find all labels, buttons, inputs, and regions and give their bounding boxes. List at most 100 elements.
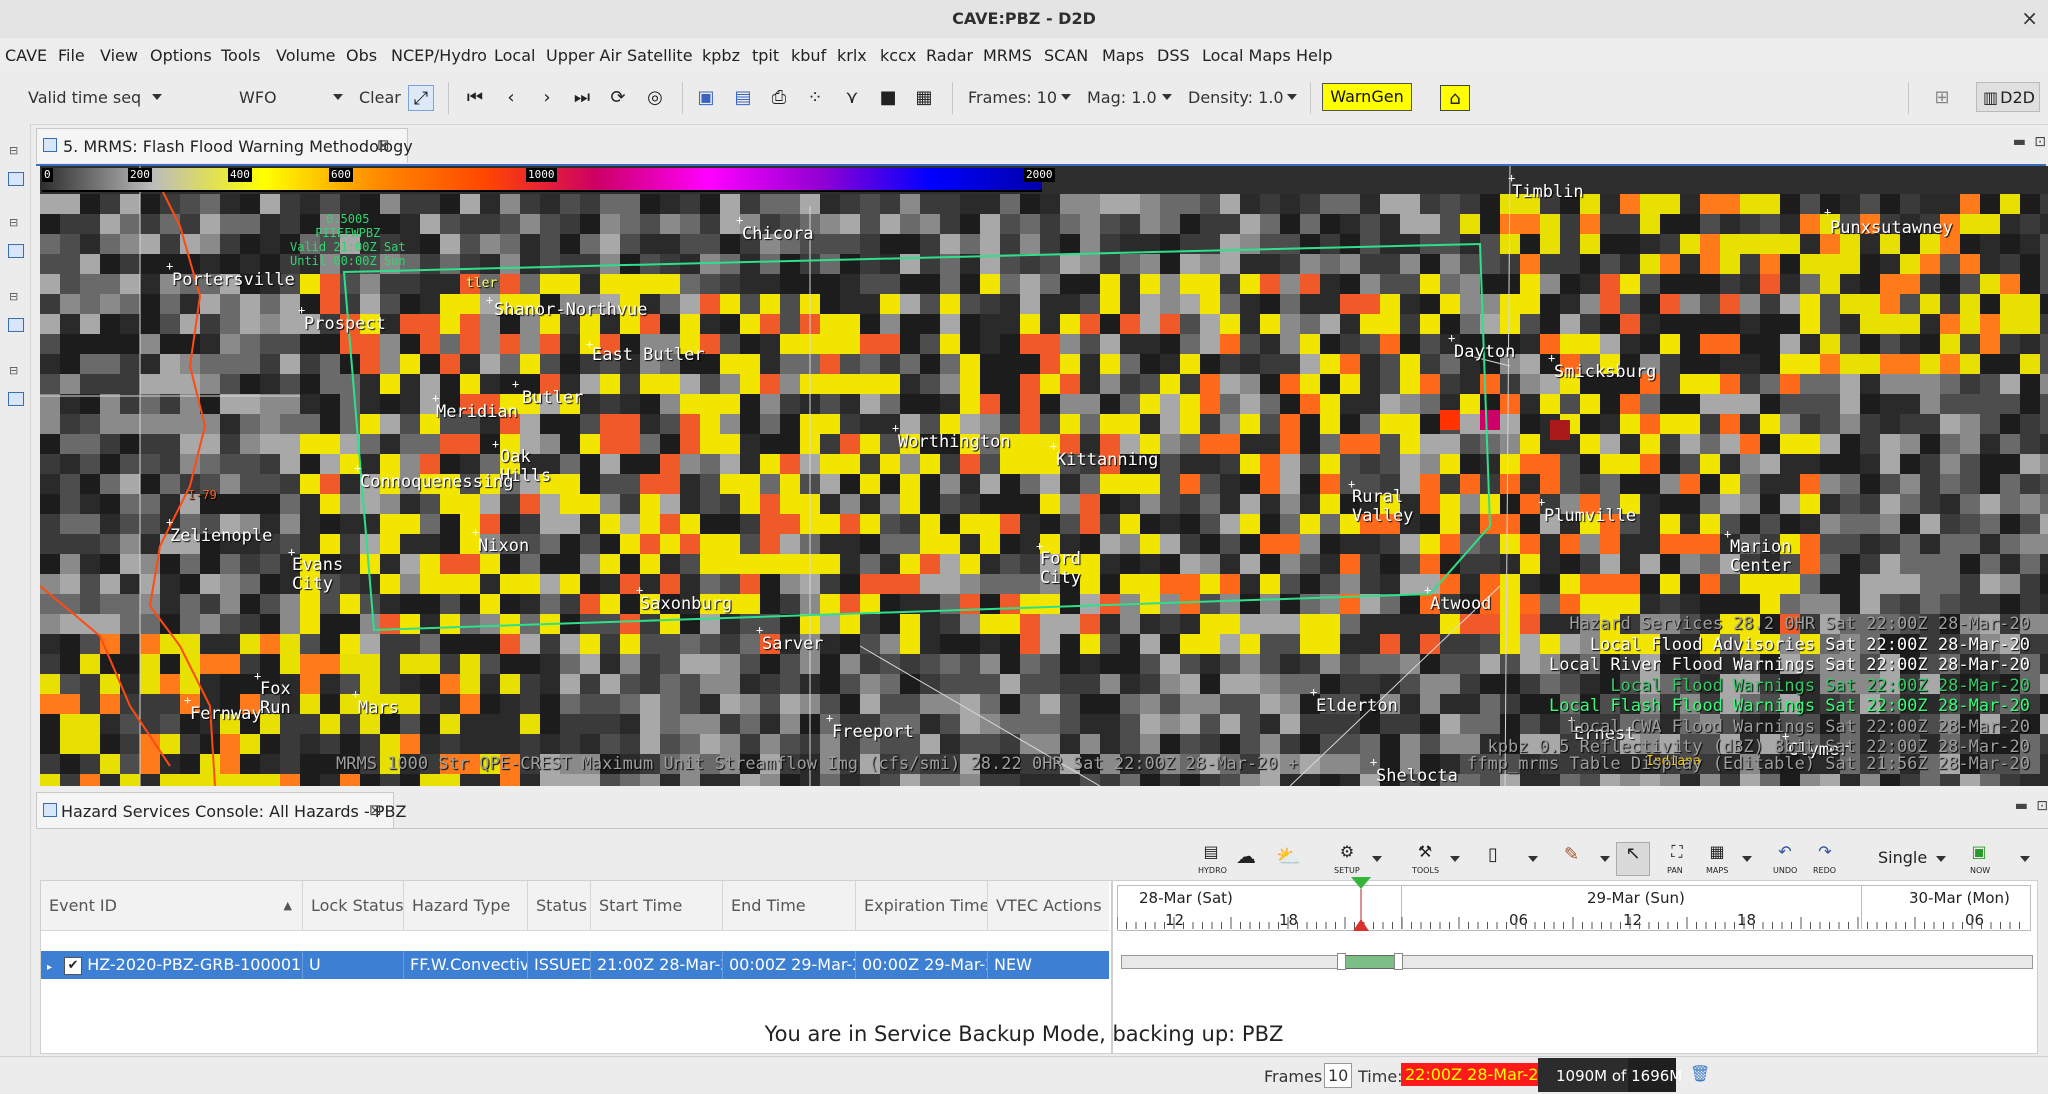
close-tab-icon[interactable]: ⊠ xyxy=(377,136,390,154)
valid-time-select[interactable]: Valid time seq xyxy=(28,88,141,107)
menu-file[interactable]: File xyxy=(58,46,85,65)
maximize-icon[interactable]: ⊡ xyxy=(2036,798,2048,814)
partly-cloudy-icon[interactable]: ⛅ xyxy=(1276,844,1301,868)
legend-entry[interactable]: Local CWA Flood Warnings Sat 22:00Z 28-M… xyxy=(1488,717,2030,738)
column-header-hazard-type[interactable]: Hazard Type xyxy=(404,881,528,931)
restore-icon[interactable]: ⊟ xyxy=(9,216,18,229)
prev-frame-icon[interactable]: ‹ xyxy=(499,85,523,109)
view-icon[interactable] xyxy=(8,172,24,186)
table-row[interactable]: ▸ ✔ HZ-2020-PBZ-GRB-100001 U FF.W.Convec… xyxy=(41,951,1109,979)
mag-select[interactable]: Mag: 1.0 xyxy=(1087,88,1157,107)
map-display[interactable]: + + + + + + + + + + + + + + + + + + + + + + + + + + + + + + + + + 0 200 … xyxy=(40,166,2048,786)
view-icon[interactable] xyxy=(8,318,24,332)
restore-icon[interactable]: ⊟ xyxy=(9,144,18,157)
legend-entry[interactable]: MRMS 1000 Str QPE-CREST Maximum Unit Str… xyxy=(336,754,1298,774)
legend-entry[interactable]: Local River Flood Warnings Sat 22:00Z 28… xyxy=(1488,655,2030,676)
points-icon[interactable]: ⁘ xyxy=(803,85,827,109)
chevron-down-icon[interactable] xyxy=(152,94,162,100)
chevron-down-icon[interactable] xyxy=(1600,856,1610,862)
menu-maps[interactable]: Maps xyxy=(1102,46,1144,65)
pan-button[interactable]: ⛶ PAN xyxy=(1662,842,1692,876)
clear-button[interactable]: Clear xyxy=(359,88,401,107)
chevron-down-icon[interactable] xyxy=(1061,94,1071,100)
editor-tab[interactable]: 5. MRMS: Flash Flood Warning Methodology… xyxy=(36,128,413,163)
column-header-end-time[interactable]: End Time xyxy=(723,881,856,931)
menu-volume[interactable]: Volume xyxy=(276,46,336,65)
document-icon[interactable]: ▯ xyxy=(1488,844,1498,865)
setup-button[interactable]: ⚙ SETUP xyxy=(1332,842,1362,876)
menu-ncep-hydro[interactable]: NCEP/Hydro xyxy=(391,46,487,65)
image-properties-icon[interactable]: ▣ xyxy=(694,85,718,109)
now-button[interactable]: ▣ NOW xyxy=(1964,842,1994,876)
menu-krlx[interactable]: krlx xyxy=(837,46,867,65)
menu-satellite[interactable]: Satellite xyxy=(627,46,693,65)
menu-view[interactable]: View xyxy=(100,46,138,65)
last-frame-icon[interactable]: ⏭ xyxy=(570,85,594,109)
legend-entry[interactable]: Local Flash Flood Warnings Sat 22:00Z 28… xyxy=(1488,696,2030,717)
view-icon[interactable] xyxy=(8,244,24,258)
pencil-icon[interactable]: ✎ xyxy=(1564,844,1579,865)
column-header-lock-status[interactable]: Lock Status xyxy=(303,881,404,931)
maximize-icon[interactable]: ⊡ xyxy=(2034,134,2046,150)
menu-dss[interactable]: DSS xyxy=(1157,46,1190,65)
restore-icon[interactable]: ⊟ xyxy=(9,290,18,303)
density-select[interactable]: Density: 1.0 xyxy=(1188,88,1284,107)
menu-tools[interactable]: Tools xyxy=(221,46,260,65)
close-tab-icon[interactable]: ⊠ xyxy=(369,801,382,819)
column-header-start-time[interactable]: Start Time xyxy=(591,881,723,931)
maps-button[interactable]: ▦ MAPS xyxy=(1702,842,1732,876)
minimize-icon[interactable]: ▬ xyxy=(2013,134,2026,150)
expand-icon[interactable]: ▸ xyxy=(47,954,59,979)
redo-button[interactable]: ↷ REDO xyxy=(1810,842,1840,876)
view-icon[interactable] xyxy=(8,392,24,406)
baselines-icon[interactable]: ⋎ xyxy=(840,85,864,109)
select-pointer-icon[interactable]: ↖ xyxy=(1616,842,1650,876)
row-checkbox[interactable]: ✔ xyxy=(64,956,83,975)
column-header-expiration-time[interactable]: Expiration Time xyxy=(856,881,988,931)
home-icon[interactable]: ⌂ xyxy=(1440,85,1470,111)
menu-local[interactable]: Local xyxy=(494,46,535,65)
image-combine-icon[interactable]: ▤ xyxy=(731,85,755,109)
event-id-cell[interactable]: ▸ ✔ HZ-2020-PBZ-GRB-100001 xyxy=(41,951,303,979)
minimize-icon[interactable]: ▬ xyxy=(2015,798,2028,814)
four-panel-icon[interactable]: ▦ xyxy=(912,85,936,109)
sort-ascending-icon[interactable]: ▲ xyxy=(284,881,292,930)
frames-select[interactable]: Frames: 10 xyxy=(968,88,1057,107)
menu-help[interactable]: Help xyxy=(1296,46,1332,65)
undo-button[interactable]: ↶ UNDO xyxy=(1770,842,1800,876)
rock-icon[interactable]: ◎ xyxy=(643,85,667,109)
column-header-event-id[interactable]: Event ID ▲ xyxy=(41,881,303,931)
menu-obs[interactable]: Obs xyxy=(346,46,377,65)
column-header-vtec-actions[interactable]: VTEC Actions xyxy=(988,881,1109,931)
chevron-down-icon[interactable] xyxy=(333,94,343,100)
chevron-down-icon[interactable] xyxy=(1450,856,1460,862)
legend-entry[interactable]: ffmp_mrms Table Display (Editable) Sat 2… xyxy=(1467,754,2030,774)
legend-entry[interactable]: Local Flood Advisories Sat 22:00Z 28-Mar… xyxy=(1488,635,2030,656)
chevron-down-icon[interactable] xyxy=(1528,856,1538,862)
single-panel-icon[interactable]: ■ xyxy=(876,85,900,109)
menu-upper-air[interactable]: Upper Air xyxy=(546,46,622,65)
menu-mrms[interactable]: MRMS xyxy=(983,46,1032,65)
menu-options[interactable]: Options xyxy=(150,46,212,65)
event-start-handle[interactable] xyxy=(1337,953,1346,970)
menu-kpbz[interactable]: kpbz xyxy=(702,46,740,65)
console-tab[interactable]: Hazard Services Console: All Hazards - P… xyxy=(36,792,406,828)
hydro-button[interactable]: ▤ HYDRO xyxy=(1196,842,1227,876)
current-time-marker[interactable] xyxy=(1349,875,1373,937)
chevron-down-icon[interactable] xyxy=(1742,856,1752,862)
menu-kccx[interactable]: kccx xyxy=(880,46,916,65)
menu-kbuf[interactable]: kbuf xyxy=(791,46,826,65)
chevron-down-icon[interactable] xyxy=(2020,856,2030,862)
wfo-select[interactable]: WFO xyxy=(239,88,277,107)
snow-cloud-icon[interactable]: ☁ xyxy=(1236,844,1256,868)
legend-entry[interactable]: Local Flood Warnings Sat 22:00Z 28-Mar-2… xyxy=(1488,676,2030,697)
zoom-extent-icon[interactable]: ⤢ xyxy=(408,85,434,111)
chevron-down-icon[interactable] xyxy=(1287,94,1297,100)
first-frame-icon[interactable]: ⏮ xyxy=(463,85,487,109)
tools-button[interactable]: ⚒ TOOLS xyxy=(1410,842,1440,876)
chevron-down-icon[interactable] xyxy=(1372,856,1382,862)
frames-field[interactable]: 10 xyxy=(1324,1063,1353,1088)
close-icon[interactable]: × xyxy=(2021,6,2038,30)
chevron-down-icon[interactable] xyxy=(1936,856,1946,862)
event-time-bar[interactable] xyxy=(1341,955,1399,969)
